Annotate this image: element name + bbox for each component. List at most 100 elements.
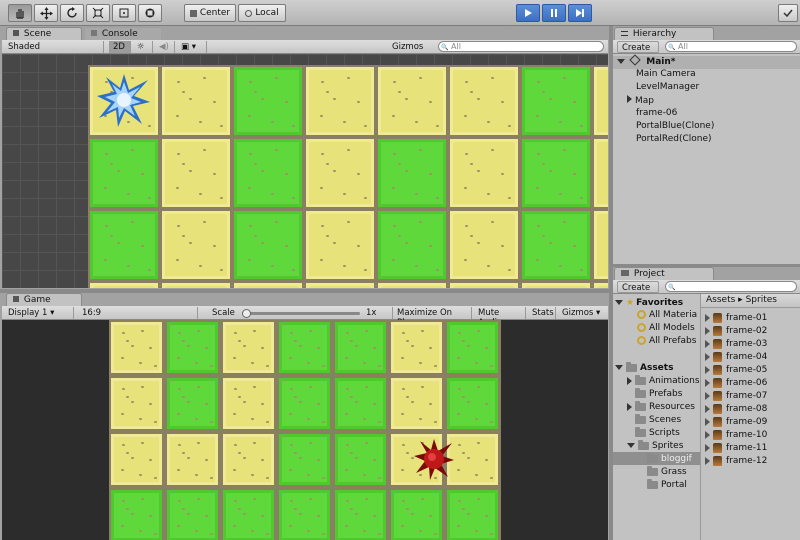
tile-pebble [320, 224, 324, 227]
tile-pebble [271, 193, 275, 196]
game-viewport[interactable] [2, 320, 608, 540]
hierarchy-search-input[interactable]: All [665, 41, 797, 52]
move-tool-icon[interactable] [34, 4, 58, 22]
pivot-center-button[interactable]: Center [184, 4, 236, 22]
sprite-file[interactable]: frame-03 [705, 337, 767, 350]
sprite-file[interactable]: frame-04 [705, 350, 767, 363]
scene-viewport[interactable] [2, 54, 608, 288]
assets-header[interactable]: Assets [615, 361, 673, 374]
sprite-subfolder[interactable]: bloggif [613, 452, 700, 465]
portal-red-icon [414, 439, 454, 480]
tile-pebble [121, 357, 124, 359]
favorite-item[interactable]: All Models [637, 321, 695, 334]
play-icon [525, 9, 532, 17]
shading-dropdown[interactable]: Shaded [4, 41, 104, 53]
sprite-file[interactable]: frame-11 [705, 441, 767, 454]
breadcrumb-assets[interactable]: Assets [706, 295, 735, 305]
sprite-file[interactable]: frame-09 [705, 415, 767, 428]
tile-pebble [233, 357, 236, 359]
hierarchy-item[interactable]: Map [627, 95, 654, 108]
tile-pebble [333, 97, 337, 100]
grass-tile [277, 432, 332, 487]
tile-pebble [121, 469, 124, 471]
tab-hierarchy[interactable]: Hierarchy [614, 27, 714, 41]
scale-slider[interactable] [242, 309, 360, 318]
sprite-file[interactable]: frame-01 [705, 311, 767, 324]
hierarchy-item-label: Main Camera [636, 69, 696, 79]
sand-tile [221, 432, 276, 487]
scene-search-input[interactable]: All [438, 41, 604, 52]
game-toolbar: Display 1 ▾ 16:9 Scale 1x Maximize On Pl… [2, 306, 608, 328]
rect-tool-icon[interactable] [112, 4, 136, 22]
effects-icon[interactable]: ▣ ▾ [177, 41, 207, 53]
audio-icon[interactable]: ◀) [155, 41, 175, 53]
gizmos-dropdown[interactable]: Gizmos ▾ [388, 41, 434, 62]
portal-red-sprite[interactable] [412, 437, 456, 481]
project-create-dropdown[interactable]: Create ▾ [617, 281, 659, 303]
favorite-item[interactable]: All Prefabs [637, 334, 696, 347]
tile-pebble [464, 80, 468, 83]
hierarchy-create-dropdown[interactable]: Create ▾ [617, 41, 659, 63]
step-button[interactable] [568, 4, 592, 22]
tile-pebble [254, 234, 258, 237]
tab-scene[interactable]: Scene [6, 27, 82, 41]
expand-icon [705, 365, 710, 374]
sprite-file[interactable]: frame-07 [705, 389, 767, 402]
tile-pebble [464, 224, 468, 227]
tile-pebble [178, 388, 181, 390]
hierarchy-item[interactable]: frame-06 [636, 108, 677, 121]
scale-slider-thumb[interactable] [242, 309, 251, 318]
tile-pebble [372, 403, 376, 405]
mode-2d-toggle[interactable]: 2D [109, 41, 131, 53]
account-button[interactable] [778, 4, 798, 22]
sand-tile [160, 209, 232, 281]
lighting-icon[interactable]: ☼ [133, 41, 153, 53]
mute-audio-toggle[interactable]: Mute Audio [474, 307, 526, 328]
hierarchy-item[interactable]: LevelManager [636, 82, 699, 95]
sprite-file[interactable]: frame-08 [705, 402, 767, 415]
breadcrumb-sprites[interactable]: Sprites [746, 295, 777, 305]
favorite-item[interactable]: All Materia [637, 308, 697, 321]
tile-pebble [316, 515, 320, 517]
pause-button[interactable] [542, 4, 566, 22]
panel-divider[interactable] [0, 289, 610, 293]
tile-pebble [405, 97, 409, 100]
tab-game[interactable]: Game [6, 293, 82, 307]
hierarchy-item[interactable]: Main Camera [636, 69, 696, 82]
scale-tool-icon[interactable] [86, 4, 110, 22]
tab-console[interactable]: Console [84, 27, 162, 41]
asset-folder[interactable]: Scripts [627, 426, 680, 439]
sprite-subfolder[interactable]: Grass [613, 465, 700, 478]
play-button[interactable] [516, 4, 540, 22]
tile-pebble [104, 152, 108, 155]
transform-tool-icon[interactable] [138, 4, 162, 22]
maximize-on-play-toggle[interactable]: Maximize On Play [392, 307, 472, 328]
aspect-dropdown[interactable]: 16:9 [78, 307, 198, 319]
sprite-file[interactable]: frame-12 [705, 454, 767, 467]
project-search-input[interactable] [665, 281, 797, 292]
sprite-subfolder[interactable]: Portal [613, 478, 700, 491]
asset-folder[interactable]: Animations [627, 374, 700, 387]
hand-tool-icon[interactable] [8, 4, 32, 22]
asset-folder[interactable]: Resources [627, 400, 695, 413]
stats-toggle[interactable]: Stats [528, 307, 556, 319]
sprite-file[interactable]: frame-10 [705, 428, 767, 441]
space-local-button[interactable]: Local [238, 4, 286, 22]
tile-pebble [418, 418, 422, 420]
sprite-file[interactable]: frame-05 [705, 363, 767, 376]
game-gizmos-dropdown[interactable]: Gizmos ▾ [558, 307, 606, 319]
main-toolbar: Center Local [0, 0, 800, 26]
sprite-file[interactable]: frame-06 [705, 376, 767, 389]
hierarchy-scene-row[interactable]: Main* [613, 54, 800, 69]
asset-folder[interactable]: Sprites [627, 439, 683, 452]
sprite-file[interactable]: frame-02 [705, 324, 767, 337]
rotate-tool-icon[interactable] [60, 4, 84, 22]
display-dropdown[interactable]: Display 1 ▾ [4, 307, 74, 319]
tab-project[interactable]: Project [614, 267, 714, 281]
asset-folder[interactable]: Prefabs [627, 387, 682, 400]
hierarchy-item[interactable]: PortalRed(Clone) [636, 134, 712, 147]
hierarchy-item[interactable]: PortalBlue(Clone) [636, 121, 714, 134]
asset-folder[interactable]: Scenes [627, 413, 681, 426]
portal-blue-sprite[interactable] [96, 72, 152, 128]
tile-pebble [289, 469, 292, 471]
